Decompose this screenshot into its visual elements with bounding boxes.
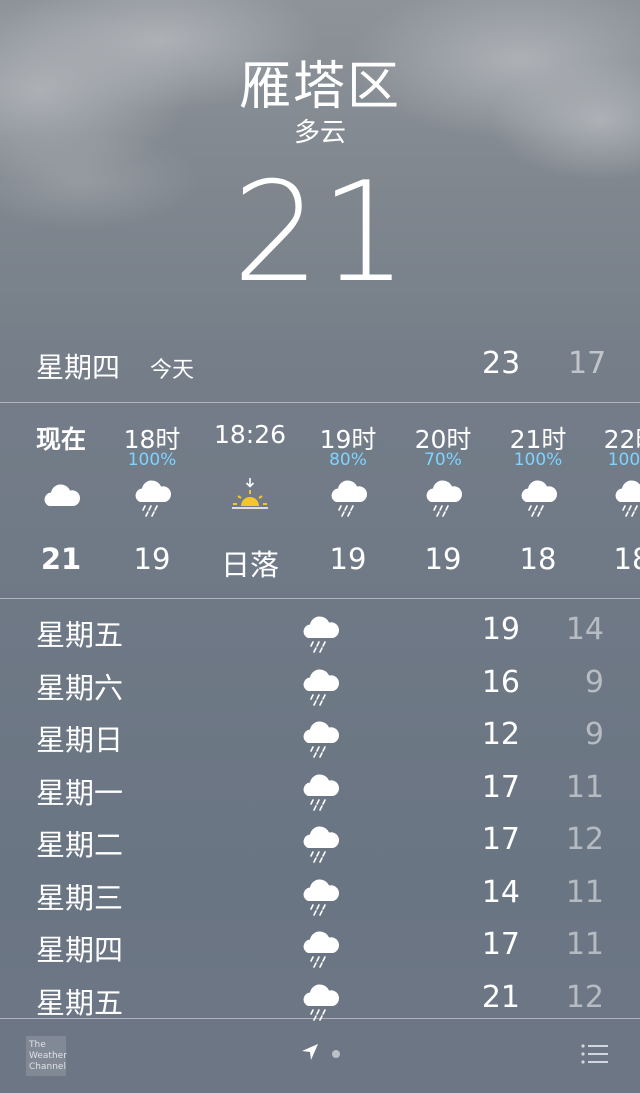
cloud-icon [41, 476, 81, 520]
hourly-item: 19时 80% 19 [302, 404, 394, 598]
day-high: 17 [481, 769, 520, 805]
city-name: 雁塔区 [238, 57, 401, 117]
rain-cloud-icon [300, 717, 340, 761]
day-low: 12 [565, 822, 604, 857]
hour-temperature: 21 [40, 542, 82, 576]
today-label: 今天 [150, 358, 195, 383]
hour-time: 18:26 [213, 420, 287, 449]
rain-cloud-icon [612, 476, 640, 520]
day-high: 14 [481, 874, 520, 910]
rain-cloud-icon [518, 476, 558, 520]
rain-cloud-icon [423, 476, 463, 520]
hour-temperature: 19 [424, 542, 462, 576]
day-low: 11 [565, 874, 604, 910]
rain-cloud-icon [300, 875, 340, 919]
today-low: 17 [568, 346, 607, 381]
day-name: 星期五 [36, 618, 124, 652]
day-low: 11 [565, 927, 604, 962]
today-summary: 星期四 今天 23 17 [0, 340, 640, 386]
daily-row: 星期五 19 14 [0, 606, 640, 658]
daily-row: 星期六 16 9 [0, 659, 640, 711]
hourly-item: 18时 100% 19 [106, 404, 198, 598]
day-name: 星期六 [36, 670, 124, 705]
day-high: 17 [481, 927, 520, 962]
day-high: 12 [481, 717, 520, 752]
day-name: 星期四 [36, 933, 124, 967]
daily-row: 星期二 17 12 [0, 816, 640, 868]
day-low: 11 [565, 769, 604, 805]
list-icon[interactable] [580, 1042, 610, 1066]
divider [0, 598, 640, 599]
current-condition: 多云 [293, 118, 346, 148]
precip-chance: 100% [127, 450, 177, 470]
day-high: 17 [481, 822, 520, 857]
sunset-icon [230, 476, 270, 520]
day-low: 14 [565, 612, 604, 647]
day-low: 9 [584, 717, 604, 752]
rain-cloud-icon [300, 770, 340, 814]
hourly-item: 21时 100% 18 [492, 404, 584, 598]
rain-cloud-icon [300, 612, 340, 656]
hour-temperature: 18 [613, 542, 640, 576]
rain-cloud-icon [328, 476, 368, 520]
daily-row: 星期三 14 11 [0, 869, 640, 921]
rain-cloud-icon [300, 980, 340, 1024]
daily-row: 星期四 17 11 [0, 921, 640, 973]
day-high: 21 [481, 979, 520, 1015]
rain-cloud-icon [300, 665, 340, 709]
hour-temperature: 日落 [220, 548, 279, 582]
daily-row: 星期日 12 9 [0, 711, 640, 763]
current-temperature: 21 [232, 152, 408, 313]
rain-cloud-icon [132, 476, 172, 520]
day-name: 星期日 [36, 723, 124, 757]
location-arrow-icon[interactable] [300, 1042, 320, 1062]
hourly-item: 18:26 日落 [204, 404, 296, 598]
bottom-toolbar: The Weather Channel [0, 1018, 640, 1093]
today-high: 23 [482, 346, 521, 381]
daily-row: 星期一 17 11 [0, 764, 640, 816]
hourly-item: 22时100%18 [586, 404, 640, 598]
precip-chance: 100% [513, 450, 563, 470]
hourly-item: 现在 21 [15, 404, 107, 598]
day-name: 星期三 [36, 880, 124, 915]
day-name: 星期二 [36, 828, 124, 862]
day-low: 12 [565, 979, 604, 1015]
day-low: 9 [584, 664, 604, 700]
precip-chance: 100% [607, 450, 640, 470]
hour-temperature: 19 [133, 542, 171, 576]
day-name: 星期一 [36, 775, 124, 810]
precip-chance: 80% [329, 450, 367, 470]
precip-chance: 70% [424, 450, 462, 470]
hour-temperature: 18 [519, 542, 557, 576]
hourly-item: 20时 70% 19 [397, 404, 489, 598]
rain-cloud-icon [300, 822, 340, 866]
day-name: 星期五 [36, 985, 124, 1020]
hour-temperature: 19 [329, 542, 367, 576]
hourly-forecast[interactable]: 现在 21 18时 100% 19 18:26 日落 19时 80% 19 20时 70% 19 21时 1… [0, 404, 640, 598]
rain-cloud-icon [300, 927, 340, 971]
page-indicator-dot[interactable] [332, 1050, 340, 1058]
divider [0, 402, 640, 403]
today-day: 星期四 [36, 351, 121, 384]
hour-time: 现在 [35, 425, 86, 454]
day-high: 16 [481, 664, 520, 700]
weather-channel-logo[interactable]: The Weather Channel [26, 1036, 67, 1076]
day-high: 19 [481, 612, 520, 647]
